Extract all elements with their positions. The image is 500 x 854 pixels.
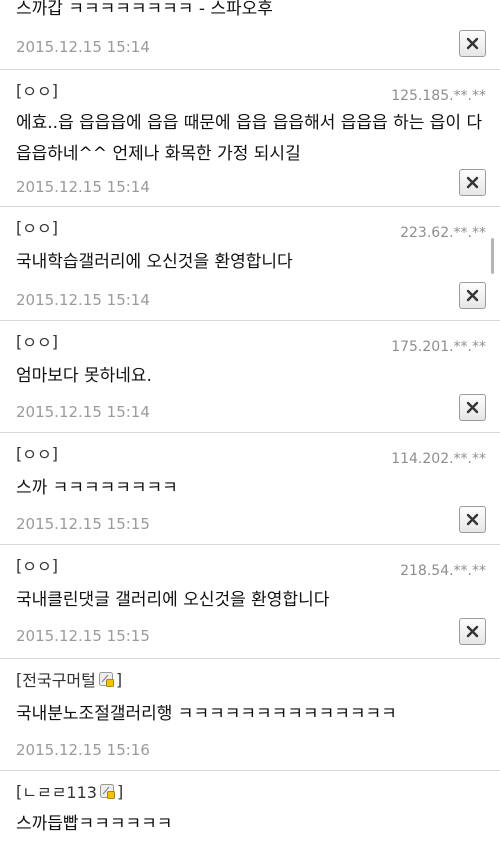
comment-author[interactable]: [ㅇㅇ] bbox=[16, 78, 58, 102]
author-bracket-close: ] bbox=[51, 443, 58, 463]
comment-text: 국내클린댓글 갤러리에 오신것을 환영합니다 bbox=[16, 585, 329, 616]
comment-author[interactable]: [ㄴㄹㄹ113 ] bbox=[16, 779, 123, 803]
close-icon bbox=[466, 37, 479, 50]
author-ip: 218.54.**.** bbox=[400, 563, 486, 579]
comment-line: 국내분노조절갤러리행 ㅋㅋㅋㅋㅋㅋㅋㅋㅋㅋㅋㅋㅋㅋ bbox=[16, 704, 397, 724]
comment-text: 국내학습갤러리에 오신것을 환영합니다 bbox=[16, 247, 293, 278]
delete-comment-button[interactable] bbox=[459, 618, 486, 645]
author-nickname: ㅇㅇ bbox=[22, 219, 52, 238]
comment-item: [ㅇㅇ] 223.62.**.** 국내학습갤러리에 오신것을 환영합니다 20… bbox=[0, 207, 500, 321]
author-nickname: ㅇㅇ bbox=[22, 82, 52, 101]
author-nickname: ㅇㅇ bbox=[22, 557, 52, 576]
delete-comment-button[interactable] bbox=[459, 30, 486, 57]
comment-item: [ㅇㅇ] 125.185.**.** 에효..읍 읍읍읍에 읍읍 때문에 읍읍 … bbox=[0, 70, 500, 207]
close-icon bbox=[466, 401, 479, 414]
author-ip: 175.201.**.** bbox=[391, 339, 486, 355]
author-nickname: ㅇㅇ bbox=[22, 333, 52, 352]
comment-text: 스까 ㅋㅋㅋㅋㅋㅋㅋㅋ bbox=[16, 473, 178, 504]
comment-date: 2015.12.15 15:16 bbox=[16, 741, 150, 759]
comment-line: 스까갑 ㅋㅋㅋㅋㅋㅋㅋㅋ - 스파오후 bbox=[16, 0, 273, 19]
author-ip: 223.62.**.** bbox=[400, 225, 486, 241]
comment-author[interactable]: [전국구머털 ] bbox=[16, 667, 122, 691]
comment-author[interactable]: [ㅇㅇ] bbox=[16, 553, 58, 577]
author-nickname: ㄴㄹㄹ113 bbox=[22, 783, 97, 802]
comment-author[interactable]: [ㅇㅇ] bbox=[16, 441, 58, 465]
comment-text: 스까갑 ㅋㅋㅋㅋㅋㅋㅋㅋ - 스파오후 bbox=[16, 0, 273, 25]
comment-item: [ㄴㄹㄹ113 ] 스까듭빱ㅋㅋㅋㅋㅋㅋ bbox=[0, 771, 500, 854]
comment-date: 2015.12.15 15:14 bbox=[16, 291, 150, 309]
comment-line: 국내학습갤러리에 오신것을 환영합니다 bbox=[16, 252, 293, 272]
comment-list: 스까갑 ㅋㅋㅋㅋㅋㅋㅋㅋ - 스파오후 2015.12.15 15:14 [ㅇㅇ… bbox=[0, 0, 500, 854]
comment-text: 에효..읍 읍읍읍에 읍읍 때문에 읍읍 읍읍해서 읍읍읍 하는 읍이 다 읍읍… bbox=[16, 108, 482, 170]
comment-date: 2015.12.15 15:14 bbox=[16, 38, 150, 56]
close-icon bbox=[466, 513, 479, 526]
author-ip: 125.185.**.** bbox=[391, 88, 486, 104]
delete-comment-button[interactable] bbox=[459, 506, 486, 533]
delete-comment-button[interactable] bbox=[459, 394, 486, 421]
member-badge-icon bbox=[99, 783, 115, 799]
comment-date: 2015.12.15 15:15 bbox=[16, 515, 150, 533]
author-bracket-close: ] bbox=[51, 555, 58, 575]
comment-date: 2015.12.15 15:14 bbox=[16, 178, 150, 196]
comment-item: [ㅇㅇ] 218.54.**.** 국내클린댓글 갤러리에 오신것을 환영합니다… bbox=[0, 545, 500, 659]
author-ip: 114.202.**.** bbox=[391, 451, 486, 467]
close-icon bbox=[466, 289, 479, 302]
comment-item: [ㅇㅇ] 175.201.**.** 엄마보다 못하네요. 2015.12.15… bbox=[0, 321, 500, 433]
comment-item: 스까갑 ㅋㅋㅋㅋㅋㅋㅋㅋ - 스파오후 2015.12.15 15:14 bbox=[0, 0, 500, 70]
comment-line: 읍읍하네^^ 언제나 화목한 가정 되시길 bbox=[16, 144, 301, 164]
comment-line: 엄마보다 못하네요. bbox=[16, 366, 152, 386]
author-bracket-close: ] bbox=[51, 217, 58, 237]
author-bracket-close: ] bbox=[115, 669, 123, 689]
comment-item: [전국구머털 ] 국내분노조절갤러리행 ㅋㅋㅋㅋㅋㅋㅋㅋㅋㅋㅋㅋㅋㅋ 2015.… bbox=[0, 659, 500, 771]
member-badge-icon bbox=[98, 671, 114, 687]
author-nickname: ㅇㅇ bbox=[22, 445, 52, 464]
comment-item: [ㅇㅇ] 114.202.**.** 스까 ㅋㅋㅋㅋㅋㅋㅋㅋ 2015.12.1… bbox=[0, 433, 500, 545]
scrollbar[interactable] bbox=[491, 238, 494, 274]
comment-date: 2015.12.15 15:15 bbox=[16, 627, 150, 645]
close-icon bbox=[466, 176, 479, 189]
delete-comment-button[interactable] bbox=[459, 169, 486, 196]
comment-line: 스까 ㅋㅋㅋㅋㅋㅋㅋㅋ bbox=[16, 478, 178, 498]
author-bracket-close: ] bbox=[51, 331, 58, 351]
close-icon bbox=[466, 625, 479, 638]
comment-text: 국내분노조절갤러리행 ㅋㅋㅋㅋㅋㅋㅋㅋㅋㅋㅋㅋㅋㅋ bbox=[16, 699, 397, 730]
author-bracket-close: ] bbox=[51, 80, 58, 100]
comment-text: 엄마보다 못하네요. bbox=[16, 361, 152, 392]
comment-text: 스까듭빱ㅋㅋㅋㅋㅋㅋ bbox=[16, 809, 172, 840]
delete-comment-button[interactable] bbox=[459, 282, 486, 309]
comment-author[interactable]: [ㅇㅇ] bbox=[16, 329, 58, 353]
comment-date: 2015.12.15 15:14 bbox=[16, 403, 150, 421]
comment-line: 에효..읍 읍읍읍에 읍읍 때문에 읍읍 읍읍해서 읍읍읍 하는 읍이 다 bbox=[16, 113, 483, 133]
comment-line: 스까듭빱ㅋㅋㅋㅋㅋㅋ bbox=[16, 814, 173, 834]
comment-line: 국내클린댓글 갤러리에 오신것을 환영합니다 bbox=[16, 590, 330, 610]
comment-author[interactable]: [ㅇㅇ] bbox=[16, 215, 58, 239]
author-bracket-close: ] bbox=[116, 781, 124, 801]
author-nickname: 전국구머털 bbox=[22, 671, 96, 690]
